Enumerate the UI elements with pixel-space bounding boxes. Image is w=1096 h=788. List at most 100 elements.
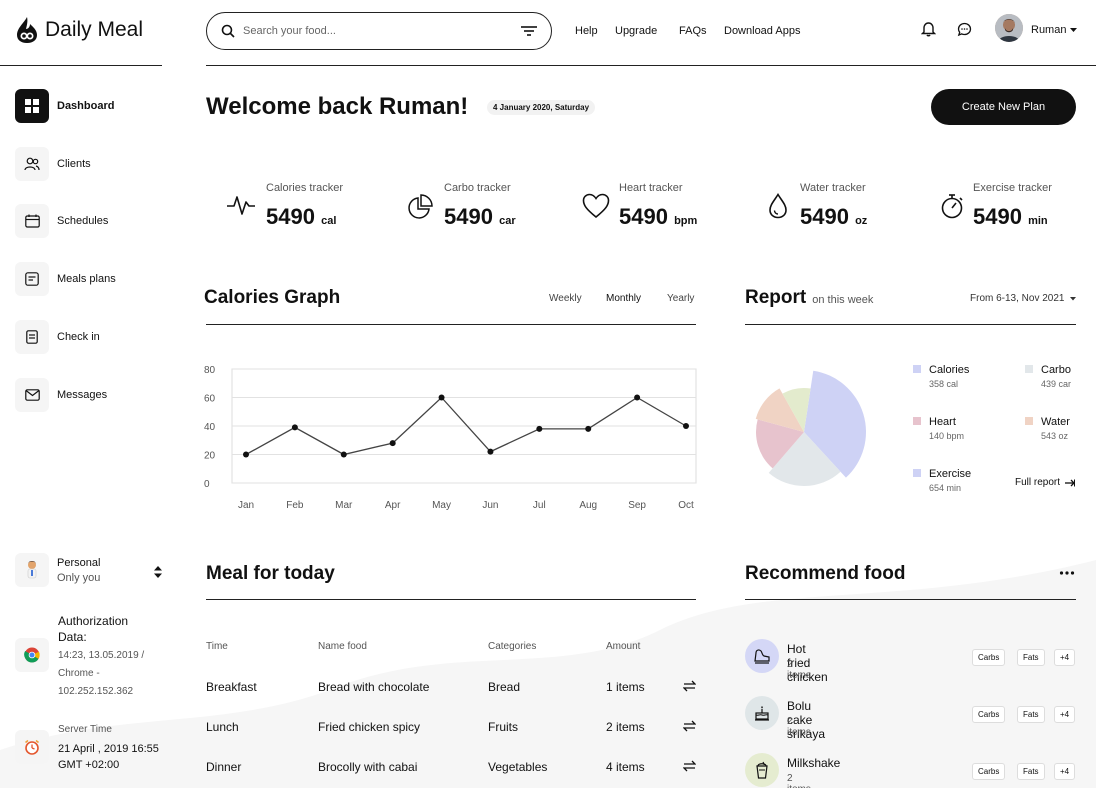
sidebar-item-dashboard[interactable]: Dashboard [15,89,114,123]
tracker-card-calories[interactable]: Calories tracker 5490 cal [206,163,361,248]
sidebar-item-clients[interactable]: Clients [15,147,91,181]
sidebar-item-messages[interactable]: Messages [15,378,107,412]
sidebar-item-schedules[interactable]: Schedules [15,204,108,238]
topnav-download-label[interactable]: Download Apps [724,25,800,37]
meal-divider [206,599,696,600]
tag-chip[interactable]: +4 [1054,649,1076,666]
topnav-upgrade[interactable]: Upgrade [615,25,657,37]
table-row[interactable]: Breakfast Bread with chocolate Bread 1 i… [206,676,696,698]
meal-amount: 2 items [606,720,645,734]
data-point [243,451,249,458]
topnav-help-label[interactable]: Help [575,25,598,37]
server-time-line2: GMT +02:00 [58,759,120,771]
notification-button[interactable] [921,21,936,37]
legend-swatch [913,469,921,477]
column-header-categories: Categories [488,641,537,652]
mail-icon [24,389,40,401]
app-logo[interactable]: Daily Meal [15,16,143,44]
sidebar-icon-box [15,262,49,296]
tab-weekly[interactable]: Weekly [549,293,582,304]
page-title: Welcome back Ruman! [206,93,469,120]
arrow-right-icon [1065,479,1076,486]
calories-graph-title: Calories Graph [204,287,341,308]
legend-name: Exercise [929,468,972,480]
swap-icon[interactable] [683,680,696,692]
tracker-unit: cal [321,215,337,227]
tracker-value: 5490 [619,204,668,229]
tab-monthly[interactable]: Monthly [606,293,641,304]
create-new-plan-button[interactable]: Create New Plan [931,89,1076,125]
legend-swatch [913,365,921,373]
filter-icon[interactable] [521,25,537,37]
sidebar-top-divider [0,65,162,66]
column-header-name: Name food [318,641,367,652]
report-range-dropdown[interactable]: From 6-13, Nov 2021 [970,293,1076,304]
pulse-icon [227,196,255,215]
more-options-button[interactable] [1059,565,1075,586]
sidebar-item-check-in[interactable]: Check in [15,320,100,354]
topnav-faqs[interactable]: FAQs [679,25,707,37]
tag-chip[interactable]: Fats [1017,763,1045,780]
account-switch-toggle[interactable] [154,565,162,583]
alarm-clock-icon [25,739,39,755]
sidebar-icon-box [15,378,49,412]
report-range: From 6-13, Nov 2021 [970,293,1065,304]
tab-yearly[interactable]: Yearly [667,293,694,304]
legend-exercise: Exercise 654 min [913,468,971,493]
tag-chip[interactable]: Carbs [972,763,1006,780]
data-point [634,394,641,401]
tracker-card-exercise[interactable]: Exercise tracker 5490 min [918,163,1073,248]
full-report-link[interactable]: Full report [1015,477,1076,488]
tag-chip[interactable]: Carbs [972,649,1006,666]
chrome-badge [15,638,49,672]
swap-icon[interactable] [683,720,696,732]
stopwatch-icon [941,194,963,219]
x-tick-label: Feb [286,500,304,511]
table-row[interactable]: Dinner Brocolly with cabai Vegetables 4 … [206,756,696,778]
tracker-card-carbo[interactable]: Carbo tracker 5490 car [384,163,539,248]
tracker-card-heart[interactable]: Heart tracker 5490 bpm [562,163,717,248]
data-point [389,440,396,447]
tracker-unit: car [499,215,516,227]
legend-name: Water [1041,416,1070,428]
tracker-value: 5490 [266,204,315,229]
topnav-faqs-label[interactable]: FAQs [679,25,707,37]
tag-chip[interactable]: +4 [1054,706,1076,723]
legend-name: Calories [929,364,970,376]
account-switcher[interactable]: Personal Only you [15,553,100,587]
tracker-label: Water tracker [800,182,866,194]
x-tick-label: May [432,500,451,511]
meal-name: Bread with chocolate [318,680,430,694]
topnav-help[interactable]: Help [575,25,598,37]
recommend-title: Recommend food [745,563,906,584]
topnav-download-apps[interactable]: Download Apps [724,25,800,37]
rec-sub: 2 items [787,773,811,788]
x-tick-label: Jun [482,500,498,511]
tracker-card-water[interactable]: Water tracker 5490 oz [740,163,895,248]
tag-chip[interactable]: Fats [1017,649,1045,666]
topnav-upgrade-label[interactable]: Upgrade [615,25,657,37]
calories-line-chart: 0 20 40 60 80 Jan Feb Mar Apr May Jun Jul Aug Sep Oct [204,365,697,511]
chat-button[interactable] [957,22,972,37]
report-title: Report [745,287,807,308]
tag-chip[interactable]: +4 [1054,763,1076,780]
swap-icon[interactable] [683,760,696,772]
meal-name: Brocolly with cabai [318,760,418,774]
tag-chip[interactable]: Carbs [972,706,1006,723]
tracker-unit: min [1028,215,1048,227]
avatar[interactable] [995,14,1023,42]
meal-time: Breakfast [206,680,257,694]
tag-chip[interactable]: Fats [1017,706,1045,723]
sidebar-item-meal-plans[interactable]: Meals plans [15,262,116,296]
legend-value: 543 oz [1041,431,1069,441]
legend-swatch [913,417,921,425]
sidebar-item-label: Clients [57,158,91,170]
sidebar-icon-box [15,147,49,181]
user-menu[interactable]: Ruman [1031,24,1078,36]
search-input[interactable] [243,25,513,37]
tracker-label: Carbo tracker [444,182,511,194]
table-row[interactable]: Lunch Fried chicken spicy Fruits 2 items [206,716,696,738]
rec-icon-bg [745,639,779,673]
search-bar[interactable] [206,12,552,50]
server-time-line1: 21 April , 2019 16:55 [58,743,159,755]
